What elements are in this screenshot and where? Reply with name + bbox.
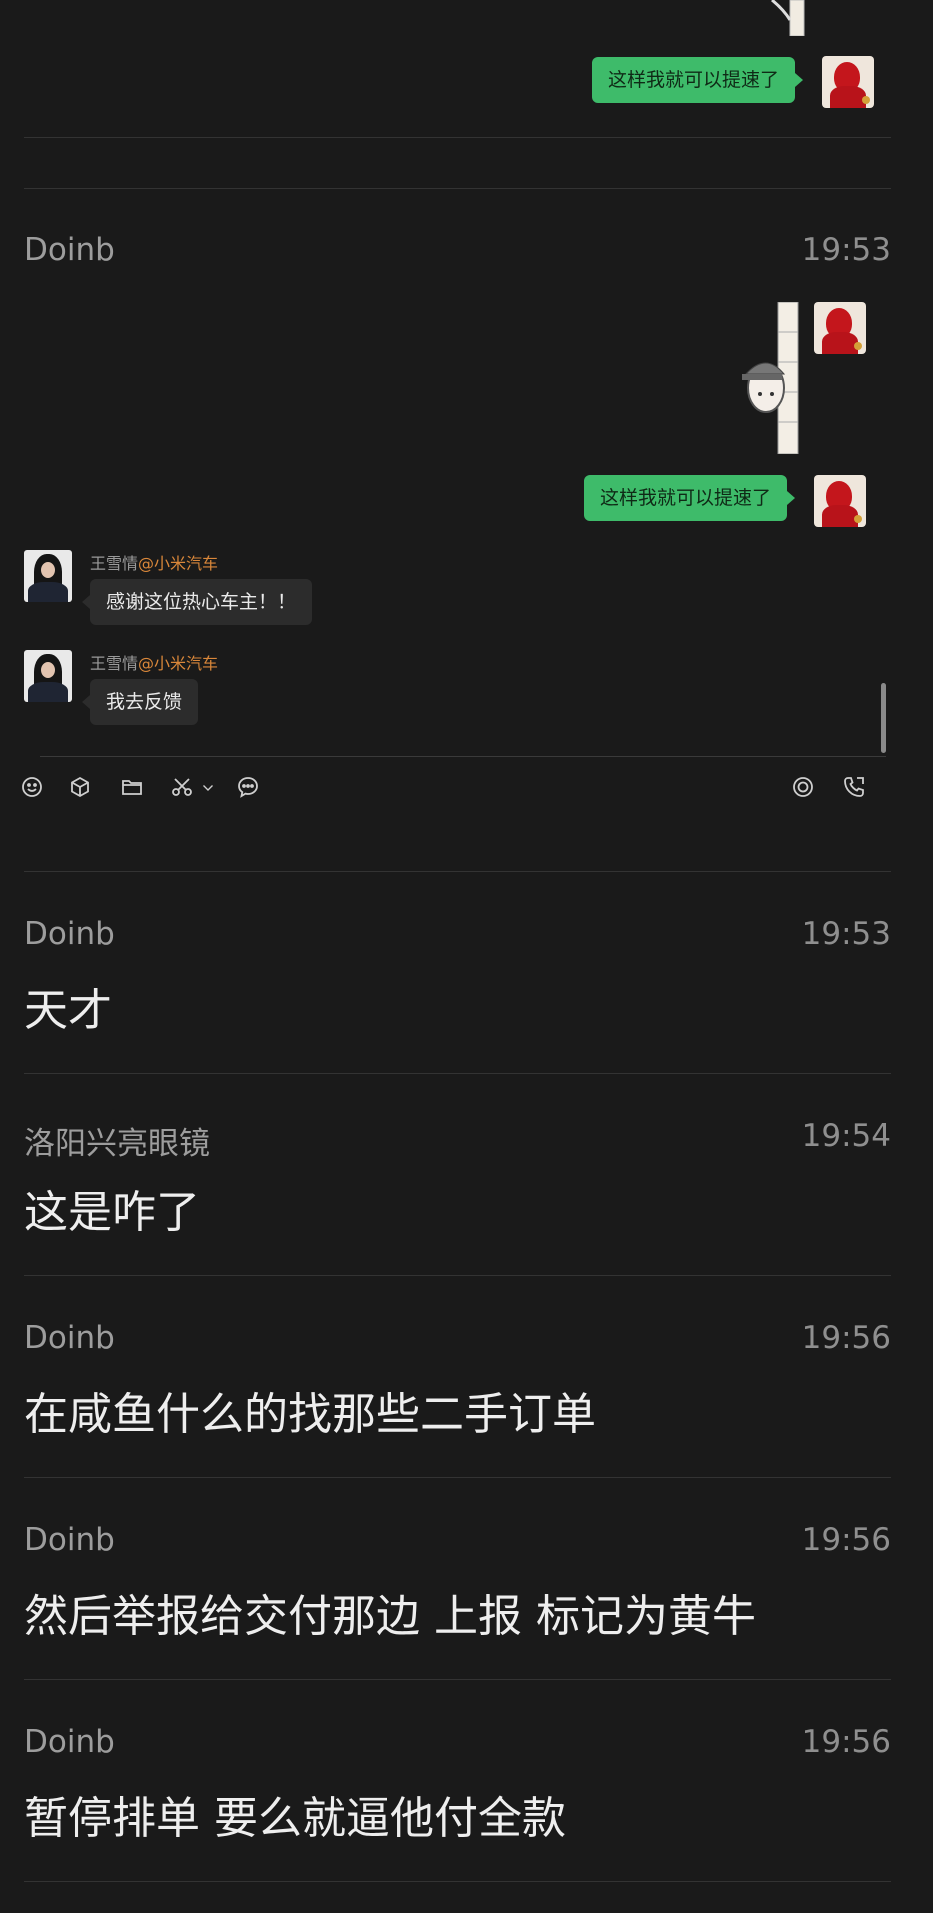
divider xyxy=(24,1275,891,1276)
sender-tag: @小米汽车 xyxy=(138,554,219,573)
outgoing-message: 这样我就可以提速了 xyxy=(592,57,804,103)
divider xyxy=(24,137,891,138)
scrollbar[interactable] xyxy=(881,683,886,753)
scissors-icon[interactable] xyxy=(168,773,196,801)
folder-icon[interactable] xyxy=(118,773,146,801)
chevron-down-icon[interactable] xyxy=(199,773,217,801)
comment-text: 暂停排单 要么就逼他付全款 xyxy=(24,1793,566,1844)
comment-author: Doinb xyxy=(24,1320,115,1356)
comment-time: 19:56 xyxy=(801,1522,891,1558)
avatar[interactable] xyxy=(24,550,72,602)
avatar[interactable] xyxy=(814,475,866,527)
sender-name: 王雪情@小米汽车 xyxy=(90,554,219,573)
sticker-top-partial xyxy=(768,0,808,37)
outgoing-message: 这样我就可以提速了 xyxy=(584,475,796,521)
divider xyxy=(24,1881,891,1882)
divider xyxy=(24,188,891,189)
comment-text: 这是咋了 xyxy=(24,1187,200,1238)
comment-time: 19:53 xyxy=(801,916,891,952)
incoming-message: 我去反馈 xyxy=(81,679,199,725)
comment-author: Doinb xyxy=(24,916,115,952)
sender-name: 王雪情@小米汽车 xyxy=(90,654,219,673)
comment-time: 19:54 xyxy=(801,1118,891,1154)
divider xyxy=(24,1679,891,1680)
comment-text: 天才 xyxy=(24,985,112,1036)
message-text: 这样我就可以提速了 xyxy=(600,487,772,509)
chat-toolbar-divider xyxy=(40,756,886,757)
comment-time: 19:53 xyxy=(801,232,891,268)
divider xyxy=(24,1477,891,1478)
message-text: 感谢这位热心车主！！ xyxy=(106,591,297,613)
comment-text: 在咸鱼什么的找那些二手订单 xyxy=(24,1389,596,1440)
comment-author: Doinb xyxy=(24,1724,115,1760)
comment-time: 19:56 xyxy=(801,1320,891,1356)
emoji-icon[interactable] xyxy=(18,773,46,801)
sender-tag: @小米汽车 xyxy=(138,654,219,673)
avatar[interactable] xyxy=(822,56,874,108)
message-text: 我去反馈 xyxy=(106,691,183,713)
divider xyxy=(24,871,891,872)
comment-author: Doinb xyxy=(24,232,115,268)
message-text: 这样我就可以提速了 xyxy=(608,69,780,91)
comment-author: 洛阳兴亮眼镜 xyxy=(24,1126,210,1162)
comment-author: Doinb xyxy=(24,1522,115,1558)
comment-time: 19:56 xyxy=(801,1724,891,1760)
avatar[interactable] xyxy=(814,302,866,354)
record-icon[interactable] xyxy=(789,773,817,801)
comment-text: 然后举报给交付那边 上报 标记为黄牛 xyxy=(24,1591,756,1642)
divider xyxy=(24,1073,891,1074)
cube-icon[interactable] xyxy=(66,773,94,801)
incoming-message: 感谢这位热心车主！！ xyxy=(81,579,313,625)
phone-icon[interactable] xyxy=(840,773,868,801)
sticker-image[interactable] xyxy=(740,301,800,455)
chat-bubble-icon[interactable] xyxy=(234,773,262,801)
avatar[interactable] xyxy=(24,650,72,702)
